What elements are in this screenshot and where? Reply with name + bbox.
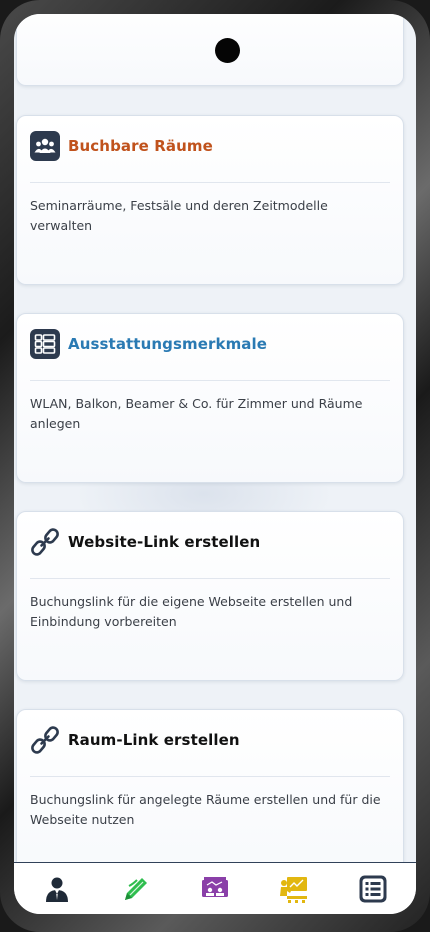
tab-presentation[interactable]	[277, 872, 311, 906]
card-header: Ausstattungsmerkmale	[30, 328, 390, 360]
tab-edit[interactable]	[119, 872, 153, 906]
tab-user[interactable]	[40, 872, 74, 906]
card-description: Buchungslink für angelegte Räume erstell…	[30, 792, 381, 827]
card-title: Website-Link erstellen	[68, 533, 261, 551]
card-title: Raum-Link erstellen	[68, 731, 240, 749]
link-icon	[30, 725, 60, 755]
user-icon	[46, 877, 68, 902]
card-divider	[30, 578, 390, 579]
room-presentation-icon	[202, 876, 228, 897]
card-divider	[30, 776, 390, 777]
pencil-icon	[125, 877, 147, 900]
tab-menu[interactable]	[356, 872, 390, 906]
card-buchbare-raeume[interactable]: Buchbare Räume Seminarräume, Festsäle un…	[16, 115, 404, 285]
card-description: WLAN, Balkon, Beamer & Co. für Zimmer un…	[30, 396, 363, 431]
screen: Buchbare Räume Seminarräume, Festsäle un…	[14, 14, 416, 914]
card-raum-link[interactable]: Raum-Link erstellen Buchungslink für ang…	[16, 709, 404, 879]
card-title: Buchbare Räume	[68, 137, 213, 155]
feature-list-icon	[30, 329, 60, 359]
previous-card[interactable]	[16, 14, 404, 86]
card-header: Buchbare Räume	[30, 130, 390, 162]
card-description: Seminarräume, Festsäle und deren Zeitmod…	[30, 198, 328, 233]
presenter-icon	[280, 876, 307, 903]
group-icon	[30, 131, 60, 161]
front-camera	[215, 38, 240, 63]
card-divider	[30, 380, 390, 381]
card-ausstattungsmerkmale[interactable]: Ausstattungsmerkmale WLAN, Balkon, Beame…	[16, 313, 404, 483]
card-description: Buchungslink für die eigene Webseite ers…	[30, 594, 353, 629]
card-header: Raum-Link erstellen	[30, 724, 390, 756]
tab-rooms[interactable]	[198, 872, 232, 906]
card-header: Website-Link erstellen	[30, 526, 390, 558]
card-website-link[interactable]: Website-Link erstellen Buchungslink für …	[16, 511, 404, 681]
card-divider	[30, 182, 390, 183]
card-title: Ausstattungsmerkmale	[68, 335, 268, 353]
bottom-tab-bar	[14, 862, 416, 914]
link-icon	[30, 527, 60, 557]
list-icon	[359, 875, 387, 902]
